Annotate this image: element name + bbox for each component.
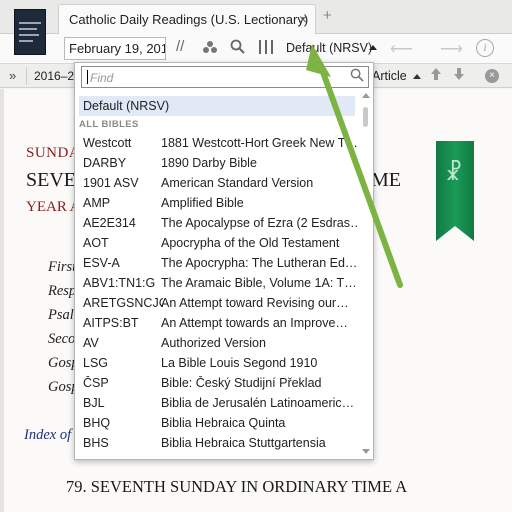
article-selector[interactable]: Article [372, 69, 407, 83]
tab-title: Catholic Daily Readings (U.S. Lectionary… [69, 12, 309, 27]
bible-abbreviation: ABV1:TN1:G [83, 276, 156, 290]
chi-rho-icon: ☧ [445, 161, 463, 186]
list-item[interactable]: ABV1:TN1:G The Aramaic Bible, Volume 1A: … [75, 273, 365, 293]
list-item[interactable]: BHQ Biblia Hebraica Quinta [75, 413, 365, 433]
heading-sunday: SUNDA [26, 145, 81, 161]
date-field[interactable]: February 19, 2017 [64, 37, 166, 60]
bible-title: The Aramaic Bible, Volume 1A: T… [161, 276, 357, 290]
slash-icon[interactable]: // [176, 38, 184, 55]
bible-abbreviation: ESV-A [83, 256, 120, 270]
dropdown-scrollbar[interactable] [361, 93, 371, 457]
heading-ordinary-time: ME [371, 169, 401, 191]
bible-title: Bible: Český Studijní Překlad [161, 376, 322, 390]
list-item[interactable]: LSG La Bible Louis Segond 1910 [75, 353, 365, 373]
bible-abbreviation: 1901 ASV [83, 176, 139, 190]
reading-link-responsorial[interactable]: Resp [48, 283, 76, 300]
book-cover-icon[interactable] [14, 9, 46, 55]
bible-title: Authorized Version [161, 336, 266, 350]
bible-abbreviation: ARETGSNCJC [83, 296, 163, 310]
bible-title: American Standard Version [161, 176, 314, 190]
find-input[interactable]: Find [81, 66, 369, 88]
scroll-down-icon[interactable] [362, 449, 370, 454]
scroll-up-icon[interactable] [362, 93, 370, 98]
bible-title: Biblia Hebraica Stuttgartensia [161, 436, 326, 450]
bible-title: La Bible Louis Segond 1910 [161, 356, 318, 370]
dots-icon[interactable] [202, 40, 218, 58]
list-item[interactable]: Westcott 1881 Westcott-Hort Greek New T… [75, 133, 365, 153]
back-arrow-icon[interactable]: ⟵ [390, 39, 413, 59]
text-cursor [87, 70, 88, 84]
bible-title: An Attempt toward Revising our… [161, 296, 349, 310]
date-range[interactable]: 2016–2 [34, 69, 74, 83]
resource-selector[interactable]: Default (NRSV) [286, 41, 372, 55]
tab-bar: Catholic Daily Readings (U.S. Lectionary… [0, 0, 512, 35]
dropdown-item-default[interactable]: Default (NRSV) [79, 96, 355, 116]
list-item[interactable]: BJL Biblia de Jerusalén Latinoameric… [75, 393, 365, 413]
new-tab-button[interactable]: + [323, 7, 332, 24]
liturgical-bookmark [436, 141, 474, 241]
article-caret-icon[interactable] [413, 74, 421, 79]
separator [26, 67, 27, 85]
close-circle-icon[interactable]: × [485, 69, 499, 83]
list-item[interactable]: DARBY 1890 Darby Bible [75, 153, 365, 173]
bible-title: The Apocalypse of Ezra (2 Esdras… [161, 216, 357, 230]
bible-abbreviation: BHQ [83, 416, 111, 430]
expand-chevron-icon[interactable]: » [9, 68, 16, 83]
bible-abbreviation: AV [83, 336, 99, 350]
section-header-all-bibles: ALL BIBLES [79, 119, 139, 130]
list-item[interactable]: ARETGSNCJC An Attempt toward Revising our… [75, 293, 365, 313]
bible-abbreviation: Westcott [83, 136, 132, 150]
bible-title: 1881 Westcott-Hort Greek New T… [161, 136, 357, 150]
list-item[interactable]: BHS Biblia Hebraica Stuttgartensia [75, 433, 365, 453]
bible-title: Apocrypha of the Old Testament [161, 236, 340, 250]
reading-link-second[interactable]: Seco [48, 331, 75, 348]
up-arrow-icon[interactable] [430, 67, 442, 84]
bible-abbreviation: AOT [83, 236, 109, 250]
index-link[interactable]: Index of [24, 427, 71, 444]
search-icon[interactable] [230, 39, 245, 58]
bible-abbreviation: LSG [83, 356, 109, 370]
heading-year: YEAR A [26, 199, 81, 215]
list-item[interactable]: 1901 ASV American Standard Version [75, 173, 365, 193]
list-item[interactable]: AITPS:BT An Attempt towards an Improve… [75, 313, 365, 333]
search-icon [350, 68, 364, 85]
list-item[interactable]: AOT Apocrypha of the Old Testament [75, 233, 365, 253]
columns-icon[interactable] [258, 39, 274, 59]
tab-catholic-daily-readings[interactable]: Catholic Daily Readings (U.S. Lectionary… [58, 4, 316, 35]
bible-abbreviation: AMP [83, 196, 111, 210]
find-placeholder: Find [90, 71, 114, 85]
list-item[interactable]: ESV-A The Apocrypha: The Lutheran Ed… [75, 253, 365, 273]
bible-title: Amplified Bible [161, 196, 244, 210]
resource-caret-icon[interactable] [369, 45, 377, 50]
list-item[interactable]: ČSP Bible: Český Studijní Překlad [75, 373, 365, 393]
bible-title: 1890 Darby Bible [161, 156, 257, 170]
list-item[interactable]: AMP Amplified Bible [75, 193, 365, 213]
bible-title: Biblia Hebraica Quinta [161, 416, 286, 430]
reading-link-first[interactable]: First [48, 259, 76, 276]
section-title: 79. SEVENTH SUNDAY IN ORDINARY TIME A [66, 477, 408, 496]
toolbar: February 19, 2017 // Default (NRSV) ⟵ ⟶ … [0, 34, 512, 64]
bible-abbreviation: DARBY [83, 156, 127, 170]
bible-abbreviation: AITPS:BT [83, 316, 139, 330]
bible-abbreviation: ČSP [83, 376, 109, 390]
bible-title: Biblia de Jerusalén Latinoameric… [161, 396, 355, 410]
info-icon[interactable]: i [476, 39, 494, 57]
list-item[interactable]: AV Authorized Version [75, 333, 365, 353]
bible-abbreviation: BHS [83, 436, 109, 450]
down-arrow-icon[interactable] [453, 67, 465, 84]
bible-title: An Attempt towards an Improve… [161, 316, 348, 330]
scroll-thumb[interactable] [363, 107, 368, 127]
forward-arrow-icon[interactable]: ⟶ [440, 39, 463, 59]
bible-title: The Apocrypha: The Lutheran Ed… [161, 256, 357, 270]
resource-dropdown: Find Default (NRSV) ALL BIBLES Westcott 1… [74, 62, 374, 460]
list-item[interactable]: AE2E314 The Apocalypse of Ezra (2 Esdras… [75, 213, 365, 233]
bible-abbreviation: BJL [83, 396, 105, 410]
tab-close-icon[interactable]: × [299, 11, 307, 27]
reading-link-psalm[interactable]: Psal [48, 307, 74, 324]
bible-abbreviation: AE2E314 [83, 216, 136, 230]
